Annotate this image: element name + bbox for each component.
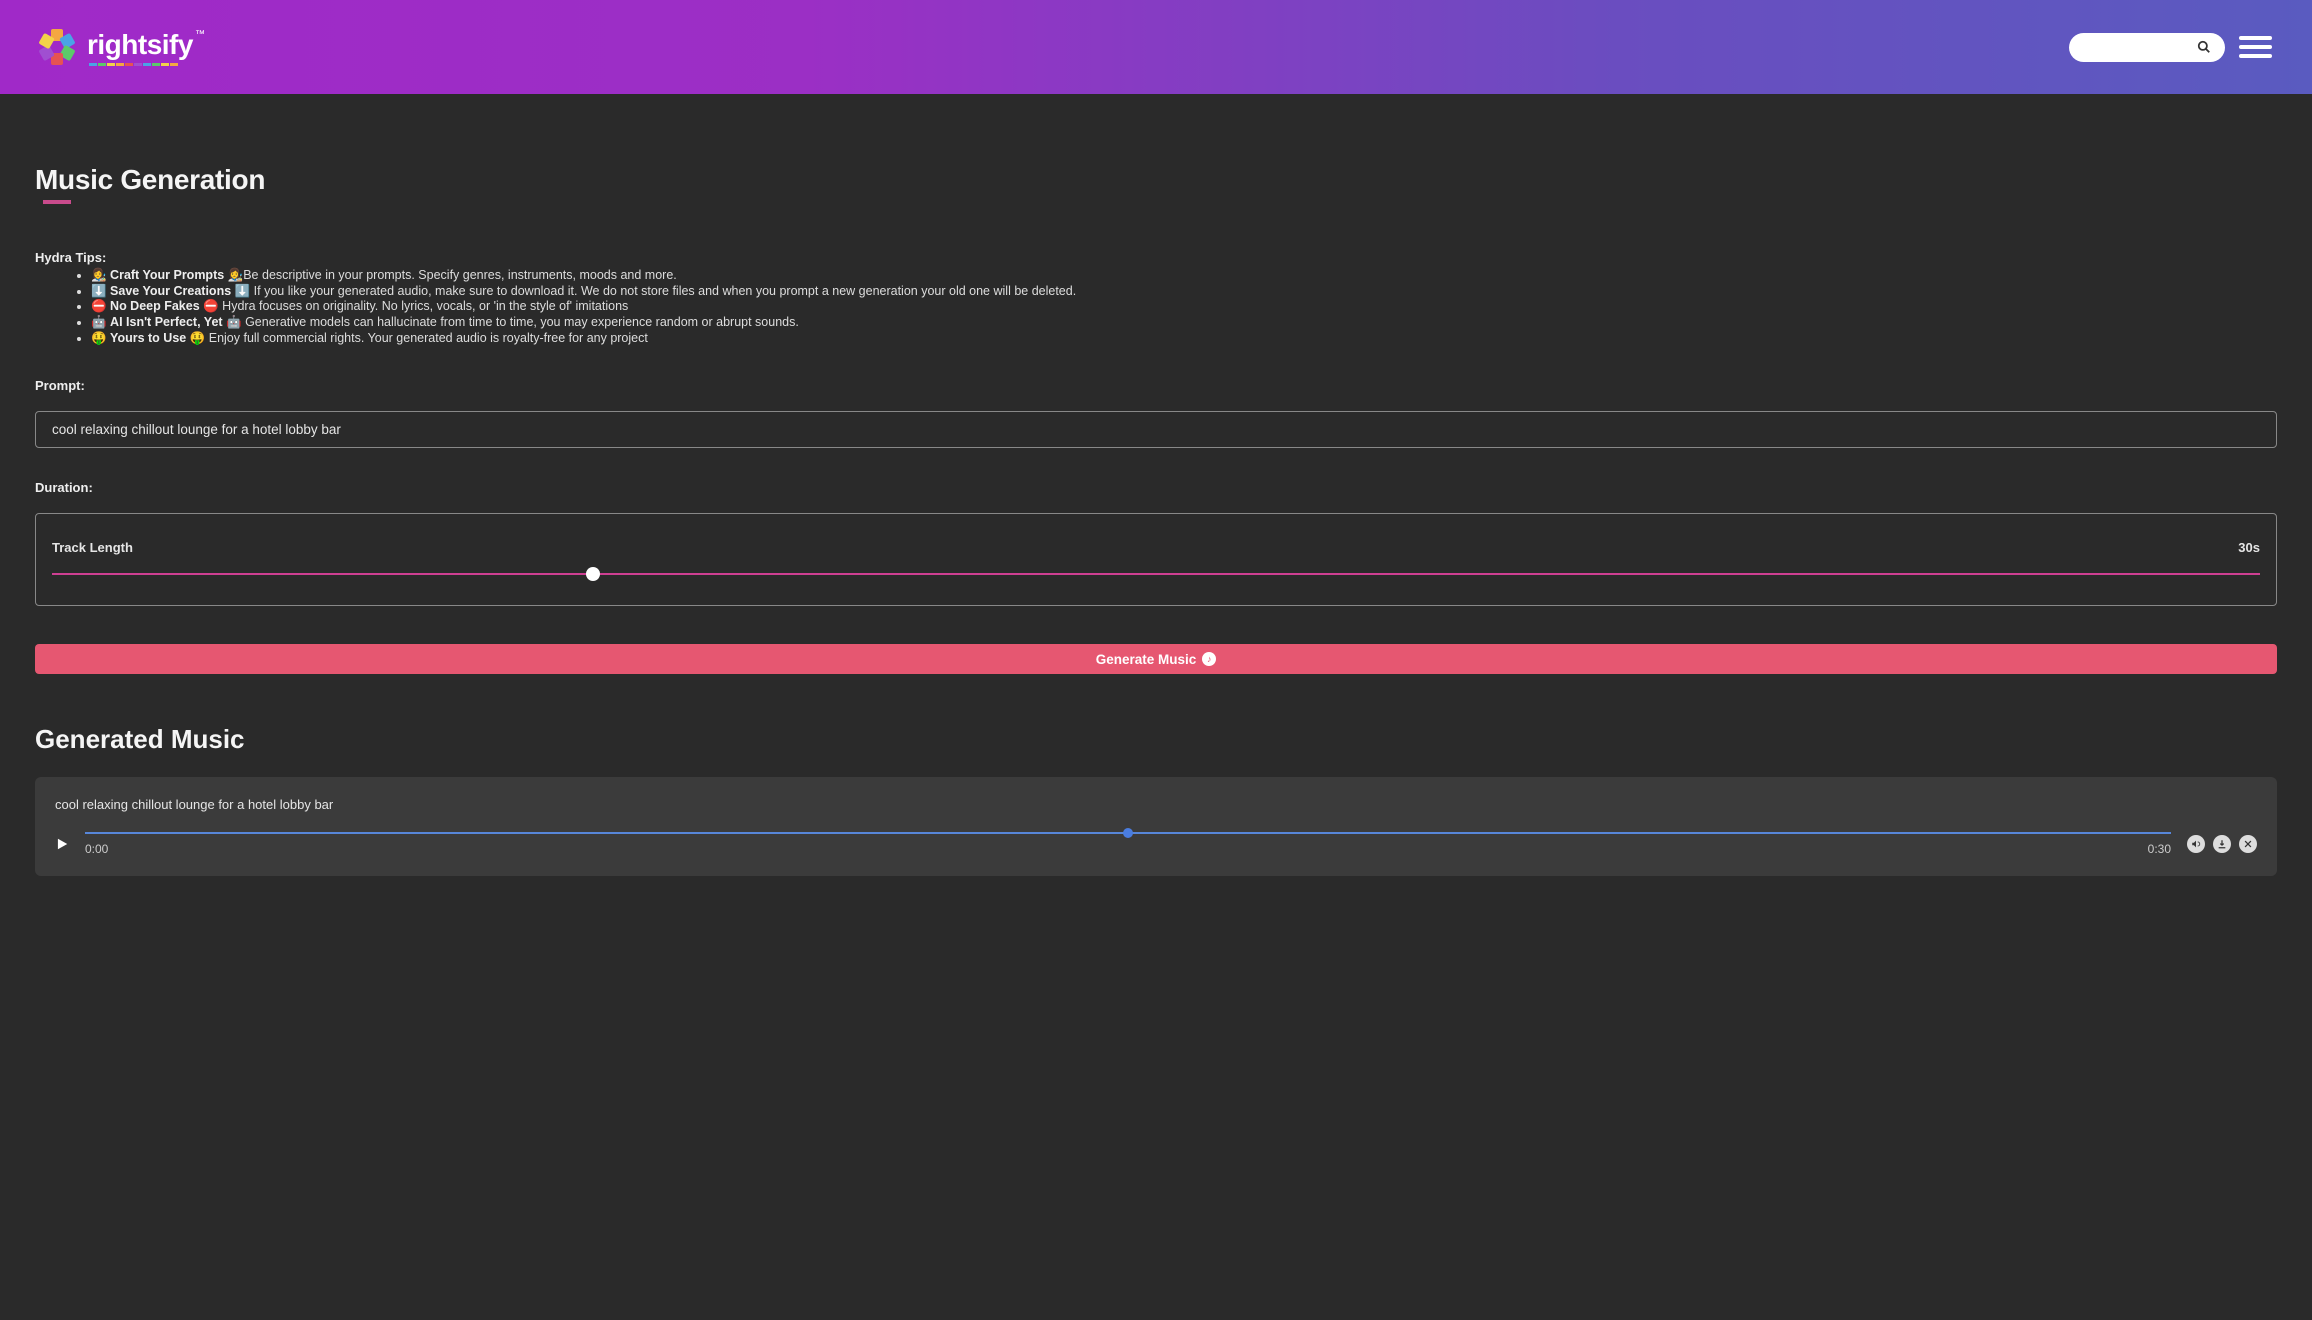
main-content: Music Generation Hydra Tips: 👩‍🎨 Craft Y… <box>0 94 2312 916</box>
brand-name: rightsify <box>87 29 193 60</box>
duration-row: Track Length 30s <box>52 540 2260 555</box>
prompt-label: Prompt: <box>35 378 2277 393</box>
player-actions <box>2187 835 2257 853</box>
music-note-icon: ♪ <box>1202 652 1216 666</box>
search-icon <box>2197 40 2211 54</box>
player-controls: 0:00 0:30 <box>55 832 2257 856</box>
time-row: 0:00 0:30 <box>85 842 2171 856</box>
title-underline <box>43 200 71 204</box>
tips-heading: Hydra Tips: <box>35 250 2277 265</box>
play-icon <box>55 837 69 851</box>
tip-item: ⛔ No Deep Fakes ⛔ Hydra focuses on origi… <box>91 299 2277 315</box>
play-button[interactable] <box>55 837 69 851</box>
player-card: cool relaxing chillout lounge for a hote… <box>35 777 2277 876</box>
duration-value: 30s <box>2238 540 2260 555</box>
close-button[interactable] <box>2239 835 2257 853</box>
app-header: rightsify™ <box>0 0 2312 94</box>
duration-box: Track Length 30s <box>35 513 2277 606</box>
page-title: Music Generation <box>35 164 2277 196</box>
tip-item: 🤑 Yours to Use 🤑 Enjoy full commercial r… <box>91 331 2277 347</box>
header-actions <box>2069 33 2272 62</box>
tip-item: ⬇️ Save Your Creations ⬇️ If you like yo… <box>91 284 2277 300</box>
brand-logo[interactable]: rightsify™ <box>35 25 205 69</box>
generated-heading: Generated Music <box>35 724 2277 755</box>
close-icon <box>2243 839 2253 849</box>
volume-icon <box>2191 839 2201 849</box>
track-length-label: Track Length <box>52 540 133 555</box>
progress-bar[interactable] <box>85 832 2171 834</box>
time-current: 0:00 <box>85 842 108 856</box>
logo-accent-bars <box>89 63 205 66</box>
menu-icon[interactable] <box>2239 36 2272 58</box>
time-total: 0:30 <box>2148 842 2171 856</box>
download-icon <box>2217 839 2227 849</box>
download-button[interactable] <box>2213 835 2231 853</box>
search-box[interactable] <box>2069 33 2225 62</box>
progress-wrapper: 0:00 0:30 <box>85 832 2171 856</box>
duration-label: Duration: <box>35 480 2277 495</box>
generate-button[interactable]: Generate Music ♪ <box>35 644 2277 674</box>
logo-icon <box>35 25 79 69</box>
tip-item: 👩‍🎨 Craft Your Prompts 👩‍🎨Be descriptive… <box>91 268 2277 284</box>
trademark: ™ <box>195 29 205 40</box>
duration-slider[interactable] <box>52 573 2260 575</box>
brand-text: rightsify™ <box>87 29 205 66</box>
prompt-input[interactable] <box>35 411 2277 448</box>
progress-thumb[interactable] <box>1123 828 1133 838</box>
tip-item: 🤖 AI Isn't Perfect, Yet 🤖 Generative mod… <box>91 315 2277 331</box>
tips-list: 👩‍🎨 Craft Your Prompts 👩‍🎨Be descriptive… <box>35 268 2277 346</box>
slider-thumb[interactable] <box>586 567 600 581</box>
volume-button[interactable] <box>2187 835 2205 853</box>
generate-label: Generate Music <box>1096 652 1197 667</box>
tips-section: Hydra Tips: 👩‍🎨 Craft Your Prompts 👩‍🎨Be… <box>35 250 2277 346</box>
track-title: cool relaxing chillout lounge for a hote… <box>55 797 2257 812</box>
